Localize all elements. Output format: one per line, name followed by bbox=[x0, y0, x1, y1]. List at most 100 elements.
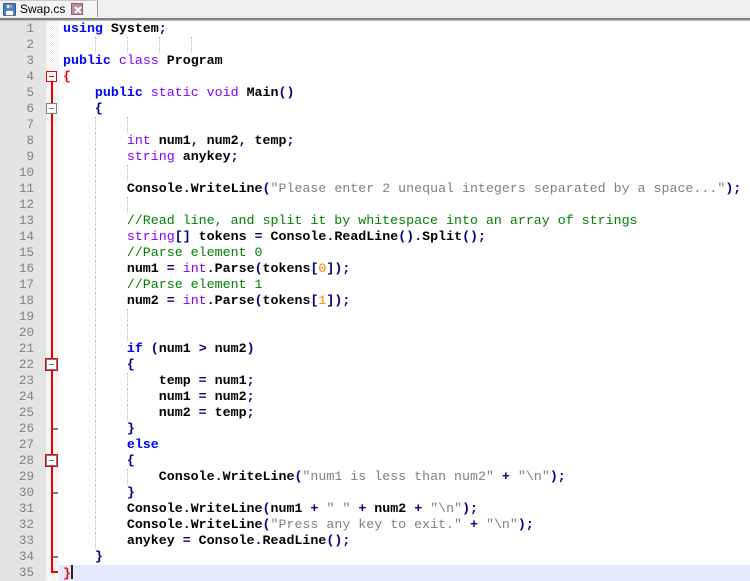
line-number[interactable]: 35 bbox=[0, 565, 46, 581]
fold-margin-cell[interactable] bbox=[46, 197, 59, 213]
code-text[interactable] bbox=[59, 309, 750, 325]
line-number[interactable]: 21 bbox=[0, 341, 46, 357]
code-text[interactable] bbox=[59, 325, 750, 341]
line-number[interactable]: 34 bbox=[0, 549, 46, 565]
code-text[interactable]: //Parse element 1 bbox=[59, 277, 750, 293]
code-line[interactable]: 12 bbox=[0, 197, 750, 213]
line-number[interactable]: 30 bbox=[0, 485, 46, 501]
line-number[interactable]: 16 bbox=[0, 261, 46, 277]
code-text[interactable]: Console.WriteLine("Press any key to exit… bbox=[59, 517, 750, 533]
code-text[interactable]: } bbox=[59, 549, 750, 565]
code-text[interactable]: //Read line, and split it by whitespace … bbox=[59, 213, 750, 229]
close-icon[interactable] bbox=[71, 3, 84, 15]
code-line[interactable]: 22 { bbox=[0, 357, 750, 373]
line-number[interactable]: 14 bbox=[0, 229, 46, 245]
fold-margin-cell[interactable] bbox=[46, 37, 59, 53]
code-line[interactable]: 35} bbox=[0, 565, 750, 581]
fold-marker[interactable] bbox=[46, 69, 59, 85]
code-text[interactable]: { bbox=[59, 453, 750, 469]
code-text[interactable]: temp = num1; bbox=[59, 373, 750, 389]
line-number[interactable]: 17 bbox=[0, 277, 46, 293]
code-line[interactable]: 30 } bbox=[0, 485, 750, 501]
code-line[interactable]: 5 public static void Main() bbox=[0, 85, 750, 101]
fold-margin-cell[interactable] bbox=[46, 21, 59, 37]
code-line[interactable]: 33 anykey = Console.ReadLine(); bbox=[0, 533, 750, 549]
code-line[interactable]: 15 //Parse element 0 bbox=[0, 245, 750, 261]
code-text[interactable]: num2 = int.Parse(tokens[1]); bbox=[59, 293, 750, 309]
fold-marker[interactable] bbox=[46, 565, 59, 581]
code-text[interactable]: string[] tokens = Console.ReadLine().Spl… bbox=[59, 229, 750, 245]
code-text[interactable]: } bbox=[59, 565, 750, 581]
fold-margin-cell[interactable] bbox=[46, 469, 59, 485]
code-text[interactable]: using System; bbox=[59, 21, 750, 37]
line-number[interactable]: 6 bbox=[0, 101, 46, 117]
code-line[interactable]: 6 { bbox=[0, 101, 750, 117]
line-number[interactable]: 2 bbox=[0, 37, 46, 53]
fold-marker[interactable] bbox=[46, 453, 59, 469]
fold-margin-cell[interactable] bbox=[46, 533, 59, 549]
line-number[interactable]: 8 bbox=[0, 133, 46, 149]
code-line[interactable]: 20 bbox=[0, 325, 750, 341]
line-number[interactable]: 11 bbox=[0, 181, 46, 197]
code-line[interactable]: 11 Console.WriteLine("Please enter 2 une… bbox=[0, 181, 750, 197]
fold-margin-cell[interactable] bbox=[46, 181, 59, 197]
line-number[interactable]: 33 bbox=[0, 533, 46, 549]
code-text[interactable]: Console.WriteLine("num1 is less than num… bbox=[59, 469, 750, 485]
fold-margin-cell[interactable] bbox=[46, 53, 59, 69]
fold-marker[interactable] bbox=[46, 101, 59, 117]
line-number[interactable]: 32 bbox=[0, 517, 46, 533]
code-line[interactable]: 16 num1 = int.Parse(tokens[0]); bbox=[0, 261, 750, 277]
fold-marker[interactable] bbox=[46, 485, 59, 501]
code-text[interactable]: if (num1 > num2) bbox=[59, 341, 750, 357]
fold-margin-cell[interactable] bbox=[46, 517, 59, 533]
line-number[interactable]: 4 bbox=[0, 69, 46, 85]
fold-margin-cell[interactable] bbox=[46, 341, 59, 357]
code-line[interactable]: 3 public class Program bbox=[0, 53, 750, 69]
fold-collapse-icon[interactable] bbox=[46, 455, 57, 466]
fold-collapse-icon[interactable] bbox=[46, 103, 57, 114]
code-line[interactable]: 7 bbox=[0, 117, 750, 133]
fold-margin-cell[interactable] bbox=[46, 245, 59, 261]
line-number[interactable]: 28 bbox=[0, 453, 46, 469]
fold-margin-cell[interactable] bbox=[46, 325, 59, 341]
line-number[interactable]: 20 bbox=[0, 325, 46, 341]
fold-margin-cell[interactable] bbox=[46, 501, 59, 517]
fold-margin-cell[interactable] bbox=[46, 405, 59, 421]
fold-margin-cell[interactable] bbox=[46, 149, 59, 165]
fold-margin-cell[interactable] bbox=[46, 277, 59, 293]
code-text[interactable] bbox=[59, 37, 750, 53]
code-line[interactable]: 26 } bbox=[0, 421, 750, 437]
code-text[interactable]: { bbox=[59, 69, 750, 85]
fold-margin-cell[interactable] bbox=[46, 437, 59, 453]
code-line[interactable]: 27 else bbox=[0, 437, 750, 453]
line-number[interactable]: 7 bbox=[0, 117, 46, 133]
code-text[interactable]: { bbox=[59, 357, 750, 373]
code-text[interactable]: } bbox=[59, 485, 750, 501]
fold-margin-cell[interactable] bbox=[46, 133, 59, 149]
fold-margin-cell[interactable] bbox=[46, 261, 59, 277]
line-number[interactable]: 18 bbox=[0, 293, 46, 309]
code-line[interactable]: 10 bbox=[0, 165, 750, 181]
line-number[interactable]: 29 bbox=[0, 469, 46, 485]
code-text[interactable]: num1 = int.Parse(tokens[0]); bbox=[59, 261, 750, 277]
line-number[interactable]: 27 bbox=[0, 437, 46, 453]
code-line[interactable]: 9 string anykey; bbox=[0, 149, 750, 165]
code-text[interactable]: public class Program bbox=[59, 53, 750, 69]
code-text[interactable]: string anykey; bbox=[59, 149, 750, 165]
code-line[interactable]: 31 Console.WriteLine(num1 + " " + num2 +… bbox=[0, 501, 750, 517]
code-line[interactable]: 13 //Read line, and split it by whitespa… bbox=[0, 213, 750, 229]
line-number[interactable]: 3 bbox=[0, 53, 46, 69]
fold-collapse-icon[interactable] bbox=[46, 71, 57, 82]
fold-margin-cell[interactable] bbox=[46, 213, 59, 229]
code-text[interactable]: } bbox=[59, 421, 750, 437]
line-number[interactable]: 25 bbox=[0, 405, 46, 421]
code-line[interactable]: 32 Console.WriteLine("Press any key to e… bbox=[0, 517, 750, 533]
code-line[interactable]: 29 Console.WriteLine("num1 is less than … bbox=[0, 469, 750, 485]
code-text[interactable]: num2 = temp; bbox=[59, 405, 750, 421]
code-text[interactable]: public static void Main() bbox=[59, 85, 750, 101]
tab-swap-cs[interactable]: Swap.cs bbox=[0, 0, 98, 17]
line-number[interactable]: 1 bbox=[0, 21, 46, 37]
code-line[interactable]: 23 temp = num1; bbox=[0, 373, 750, 389]
code-line[interactable]: 24 num1 = num2; bbox=[0, 389, 750, 405]
line-number[interactable]: 13 bbox=[0, 213, 46, 229]
